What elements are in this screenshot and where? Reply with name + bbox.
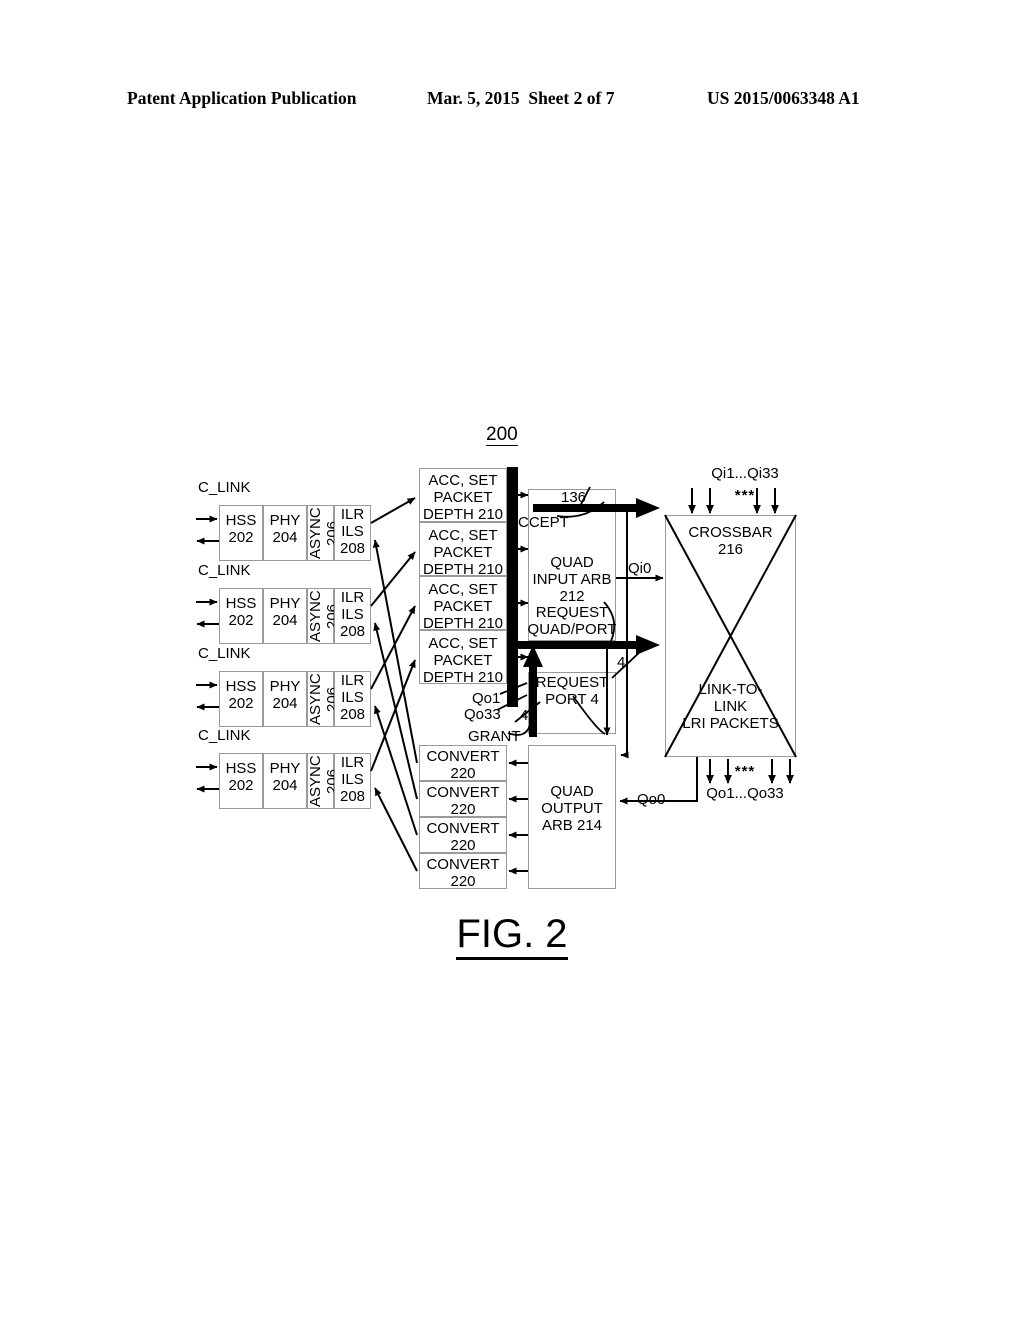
diagram-connectors — [196, 467, 797, 875]
callout-leaders — [496, 486, 643, 736]
acc-thick-bus — [507, 467, 518, 707]
grant-thick-arrow — [523, 645, 543, 737]
patent-figure-page: Patent Application Publication Mar. 5, 2… — [0, 0, 1024, 1320]
